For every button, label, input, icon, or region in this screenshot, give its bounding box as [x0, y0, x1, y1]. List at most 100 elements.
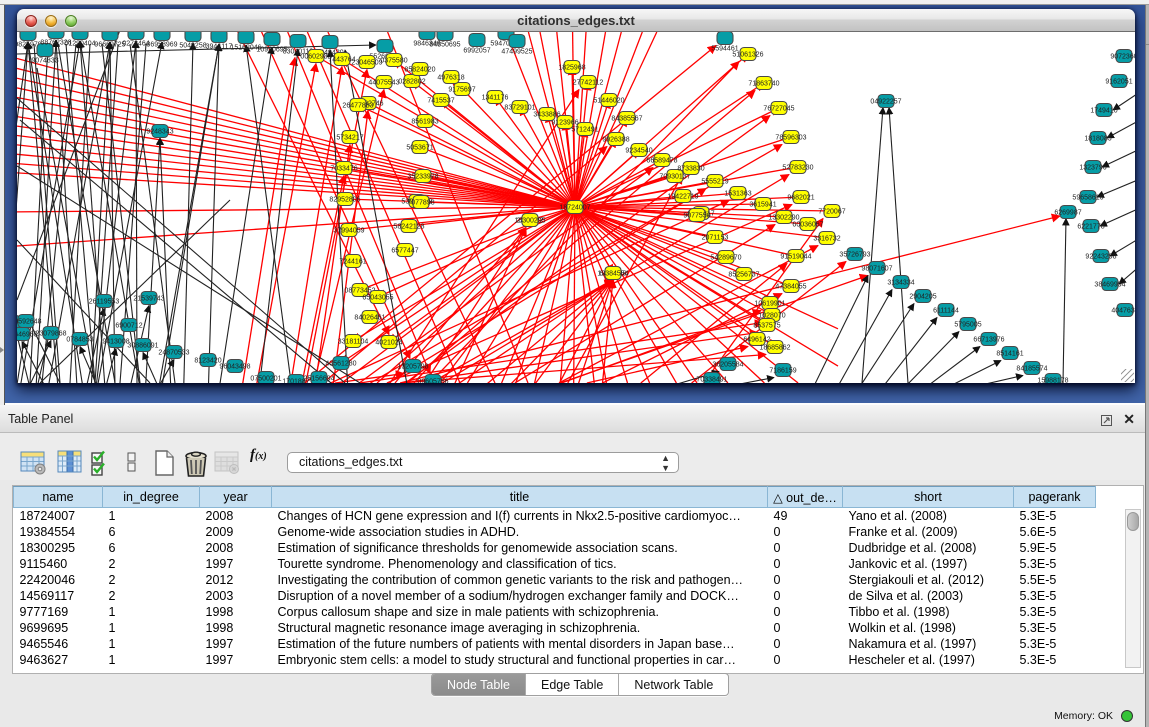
svg-text:85256737: 85256737	[728, 272, 759, 279]
svg-text:9175697: 9175697	[448, 87, 475, 94]
svg-text:4021024: 4021024	[375, 340, 402, 347]
svg-text:7033476: 7033476	[330, 166, 357, 173]
svg-text:8561983: 8561983	[411, 119, 438, 126]
svg-text:66589478: 66589478	[646, 158, 677, 165]
svg-text:10619901: 10619901	[754, 301, 785, 308]
svg-text:0282802: 0282802	[398, 79, 425, 86]
svg-text:59658616: 59658616	[1072, 195, 1103, 202]
svg-text:51061326: 51061326	[732, 52, 763, 59]
svg-text:9162051: 9162051	[1105, 79, 1132, 86]
svg-text:4976318: 4976318	[437, 75, 464, 82]
svg-text:7443764: 7443764	[328, 57, 355, 64]
svg-text:18300295: 18300295	[514, 218, 545, 225]
svg-text:5712491: 5712491	[571, 127, 598, 134]
svg-text:37994059: 37994059	[333, 228, 364, 235]
svg-text:66713976: 66713976	[973, 337, 1004, 344]
svg-text:26477883: 26477883	[342, 103, 373, 110]
svg-text:9234540: 9234540	[625, 148, 652, 155]
svg-text:1818085: 1818085	[1084, 136, 1111, 143]
svg-text:00602932: 00602932	[300, 54, 331, 61]
svg-text:23079868: 23079868	[35, 331, 66, 338]
svg-text:60036067: 60036067	[792, 222, 823, 229]
svg-text:9926388: 9926388	[602, 137, 629, 144]
svg-text:09605756: 09605756	[417, 379, 448, 384]
svg-text:13302290: 13302290	[768, 215, 799, 222]
svg-text:5795005: 5795005	[954, 322, 981, 329]
svg-text:47499525: 47499525	[501, 49, 532, 56]
svg-text:0375580: 0375580	[380, 58, 407, 65]
svg-text:19205798: 19205798	[397, 364, 428, 371]
svg-text:84850695: 84850695	[429, 42, 460, 49]
svg-text:8537575: 8537575	[753, 323, 780, 330]
svg-text:86958969: 86958969	[146, 42, 177, 49]
svg-text:5734217: 5734217	[336, 135, 363, 142]
svg-text:1531363: 1531363	[724, 191, 751, 198]
svg-text:47384055: 47384055	[775, 284, 806, 291]
svg-text:04922257: 04922257	[870, 99, 901, 106]
svg-text:3615941: 3615941	[749, 202, 776, 209]
svg-text:1341176: 1341176	[482, 95, 509, 102]
svg-text:33181104: 33181104	[338, 339, 369, 346]
svg-text:76727045: 76727045	[763, 106, 794, 113]
svg-text:6577447: 6577447	[391, 248, 418, 255]
svg-text:84026461: 84026461	[354, 315, 385, 322]
svg-text:9123966: 9123966	[551, 120, 578, 127]
svg-text:52783230: 52783230	[782, 165, 813, 172]
svg-text:4047632: 4047632	[1111, 308, 1135, 315]
svg-text:2904205: 2904205	[909, 294, 936, 301]
svg-text:91519044: 91519044	[780, 254, 811, 261]
svg-text:3316732: 3316732	[813, 236, 840, 243]
svg-text:23046509: 23046509	[351, 60, 382, 67]
svg-text:44075543: 44075543	[368, 80, 399, 87]
svg-text:43561280: 43561280	[325, 361, 356, 368]
svg-text:18685862: 18685862	[759, 345, 790, 352]
svg-text:19422719: 19422719	[667, 194, 698, 201]
svg-text:65043055: 65043055	[362, 295, 393, 302]
svg-text:7077898: 7077898	[407, 200, 434, 207]
svg-text:8733830: 8733830	[677, 166, 704, 173]
svg-text:51446020: 51446020	[593, 98, 624, 105]
svg-text:1749410: 1749410	[1090, 108, 1117, 115]
svg-text:1323796: 1323796	[1079, 165, 1106, 172]
svg-text:26119553: 26119553	[89, 299, 120, 306]
svg-text:9248343: 9248343	[146, 129, 173, 136]
svg-text:78596303: 78596303	[775, 135, 806, 142]
svg-text:18724007: 18724007	[559, 205, 590, 212]
svg-text:8514161: 8514161	[996, 351, 1023, 358]
svg-text:24870533: 24870533	[158, 350, 189, 357]
svg-text:6496142: 6496142	[743, 337, 770, 344]
svg-text:71863740: 71863740	[748, 81, 779, 88]
svg-text:30886091: 30886091	[127, 343, 158, 350]
svg-text:1825968: 1825968	[558, 65, 585, 72]
svg-text:7720067: 7720067	[818, 209, 845, 216]
svg-text:3134334: 3134334	[887, 280, 914, 287]
svg-text:83729101: 83729101	[504, 105, 535, 112]
svg-text:35726793: 35726793	[839, 252, 870, 259]
svg-text:3433886: 3433886	[533, 112, 560, 119]
svg-text:54289670: 54289670	[710, 255, 741, 262]
svg-text:5555219: 5555219	[701, 179, 728, 186]
svg-text:15988178: 15988178	[1037, 378, 1068, 384]
svg-text:84185574: 84185574	[1016, 366, 1047, 373]
svg-text:98071607: 98071607	[861, 266, 892, 273]
svg-text:25156694: 25156694	[303, 376, 334, 383]
svg-text:21539743: 21539743	[133, 296, 164, 303]
svg-text:8123420: 8123420	[194, 358, 221, 365]
svg-text:6269987: 6269987	[1054, 210, 1081, 217]
svg-text:58242128: 58242128	[393, 224, 424, 231]
svg-text:9682021: 9682021	[787, 195, 814, 202]
svg-text:85824020: 85824020	[404, 67, 435, 74]
svg-text:9074833: 9074833	[31, 58, 58, 65]
svg-text:7186159: 7186159	[769, 368, 796, 375]
svg-text:3944117: 3944117	[206, 44, 233, 51]
svg-text:96043498: 96043498	[219, 364, 250, 371]
svg-text:38469994: 38469994	[1094, 282, 1125, 289]
svg-text:01290404: 01290404	[64, 41, 95, 48]
svg-text:6992057: 6992057	[463, 48, 490, 55]
svg-text:84385567: 84385567	[611, 116, 642, 123]
svg-text:82952806: 82952806	[329, 197, 360, 204]
svg-text:0784853: 0784853	[66, 337, 93, 344]
svg-text:2071153: 2071153	[702, 235, 729, 242]
svg-text:19384554: 19384554	[597, 271, 628, 278]
svg-text:27742112: 27742112	[573, 80, 604, 87]
